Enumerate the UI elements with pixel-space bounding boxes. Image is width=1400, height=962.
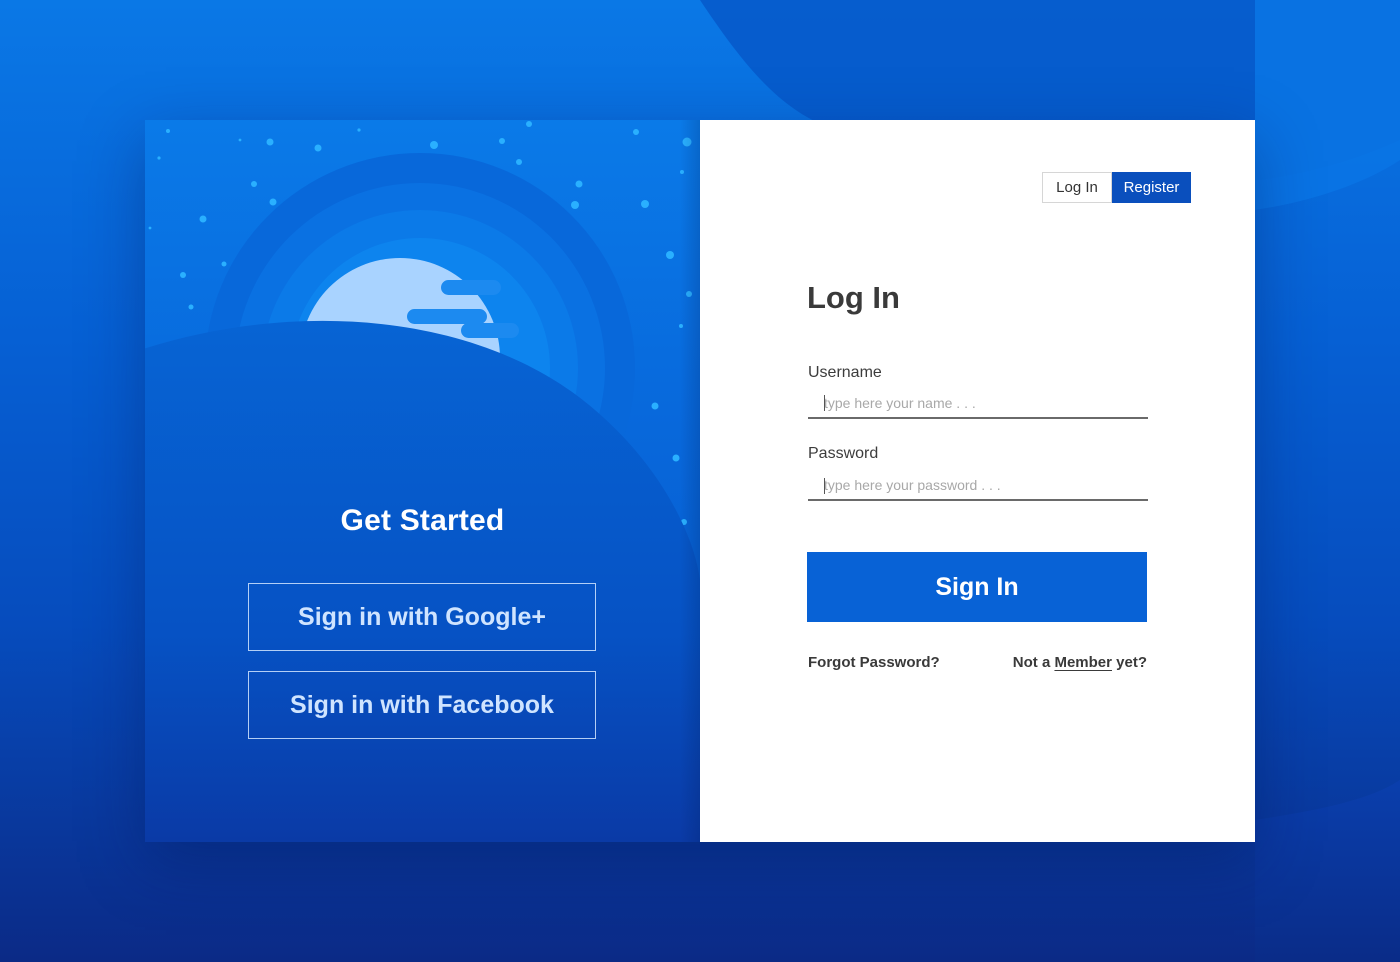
panel-edge-shadow xyxy=(680,120,700,842)
google-signin-button[interactable]: Sign in with Google+ xyxy=(248,583,596,651)
get-started-heading: Get Started xyxy=(340,504,505,537)
username-label: Username xyxy=(808,364,882,381)
register-prompt-suffix: yet? xyxy=(1116,654,1147,671)
username-field[interactable] xyxy=(808,389,1148,419)
auth-tabs: Log In Register xyxy=(1042,172,1191,203)
member-link[interactable]: Member xyxy=(1054,654,1112,671)
tab-login[interactable]: Log In xyxy=(1042,172,1112,203)
register-prompt-prefix: Not a xyxy=(1012,654,1051,671)
form-links: Forgot Password? Not a Member yet? xyxy=(808,654,1147,671)
register-prompt: Not a Member yet? xyxy=(1013,654,1147,671)
tab-register[interactable]: Register xyxy=(1112,172,1191,203)
text-cursor xyxy=(824,478,825,494)
password-field[interactable] xyxy=(808,471,1148,501)
speed-line-3 xyxy=(461,323,519,338)
login-card: Get Started Sign in with Google+ Sign in… xyxy=(145,120,1255,842)
facebook-signin-button[interactable]: Sign in with Facebook xyxy=(248,671,596,739)
speed-line-1 xyxy=(441,280,501,295)
sign-in-button[interactable]: Sign In xyxy=(807,552,1147,622)
page-background: Get Started Sign in with Google+ Sign in… xyxy=(0,0,1400,962)
text-cursor xyxy=(824,395,825,411)
password-label: Password xyxy=(808,445,879,462)
speed-line-2 xyxy=(407,309,487,324)
page-title: Log In xyxy=(807,280,900,315)
left-panel: Get Started Sign in with Google+ Sign in… xyxy=(145,120,700,842)
forgot-password-link[interactable]: Forgot Password? xyxy=(808,654,940,671)
right-panel: Log In Register Log In Username Password… xyxy=(700,120,1255,842)
